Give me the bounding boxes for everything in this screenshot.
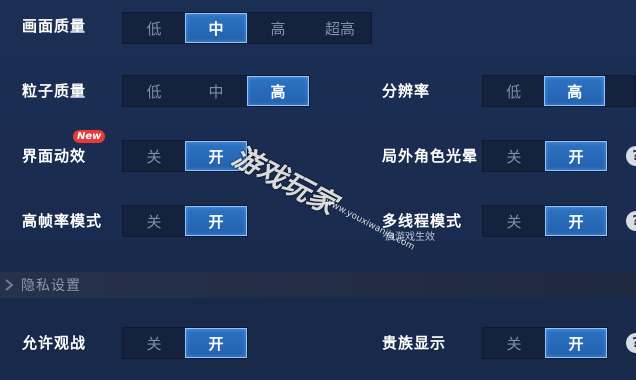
outside-halo-option-off[interactable]: 关	[483, 141, 545, 171]
ui-effects-label: 界面动效	[22, 147, 87, 165]
noble-display-toggle: 关 开	[482, 327, 608, 359]
outside-halo-label: 局外角色光晕	[382, 147, 479, 165]
multithread-toggle: 关 开	[482, 205, 608, 237]
high-fps-label: 高帧率模式	[22, 212, 103, 230]
resolution-segment: 低 高	[482, 75, 636, 107]
allow-spectate-label: 允许观战	[22, 334, 87, 352]
particle-quality-option-medium[interactable]: 中	[185, 76, 247, 106]
noble-display-help-icon[interactable]: ?	[626, 333, 636, 353]
graphics-quality-option-low[interactable]: 低	[123, 13, 185, 43]
noble-display-label: 贵族显示	[382, 334, 447, 352]
graphics-quality-option-high[interactable]: 高	[247, 13, 309, 43]
noble-display-option-off[interactable]: 关	[483, 328, 545, 358]
allow-spectate-option-off[interactable]: 关	[123, 328, 185, 358]
particle-quality-label: 粒子质量	[22, 82, 87, 100]
resolution-option-low[interactable]: 低	[483, 76, 544, 106]
chevron-right-icon	[5, 279, 14, 291]
privacy-section-title: 隐私设置	[21, 278, 81, 294]
high-fps-option-on[interactable]: 开	[185, 206, 247, 236]
noble-display-option-on[interactable]: 开	[545, 328, 607, 358]
outside-halo-help-icon[interactable]: ?	[626, 146, 636, 166]
resolution-option-partial	[605, 76, 635, 106]
graphics-quality-option-medium[interactable]: 中	[185, 13, 247, 43]
multithread-help-icon[interactable]: ?	[626, 211, 636, 231]
graphics-quality-label: 画面质量	[22, 17, 87, 35]
multithread-option-on[interactable]: 开	[545, 206, 607, 236]
outside-halo-toggle: 关 开	[482, 140, 608, 172]
allow-spectate-option-on[interactable]: 开	[185, 328, 247, 358]
particle-quality-option-high[interactable]: 高	[247, 76, 309, 106]
allow-spectate-toggle: 关 开	[122, 327, 248, 359]
multithread-option-off[interactable]: 关	[483, 206, 545, 236]
graphics-quality-option-ultra[interactable]: 超高	[309, 13, 371, 43]
high-fps-toggle: 关 开	[122, 205, 248, 237]
ui-effects-option-off[interactable]: 关	[123, 141, 185, 171]
outside-halo-option-on[interactable]: 开	[545, 141, 607, 171]
new-badge: New	[73, 130, 106, 143]
particle-quality-segment: 低 中 高	[122, 75, 310, 107]
resolution-option-high[interactable]: 高	[544, 76, 606, 106]
particle-quality-option-low[interactable]: 低	[123, 76, 185, 106]
graphics-quality-segment: 低 中 高 超高	[122, 12, 372, 44]
resolution-label: 分辨率	[382, 82, 431, 100]
privacy-section-header: 隐私设置	[0, 272, 636, 298]
high-fps-option-off[interactable]: 关	[123, 206, 185, 236]
